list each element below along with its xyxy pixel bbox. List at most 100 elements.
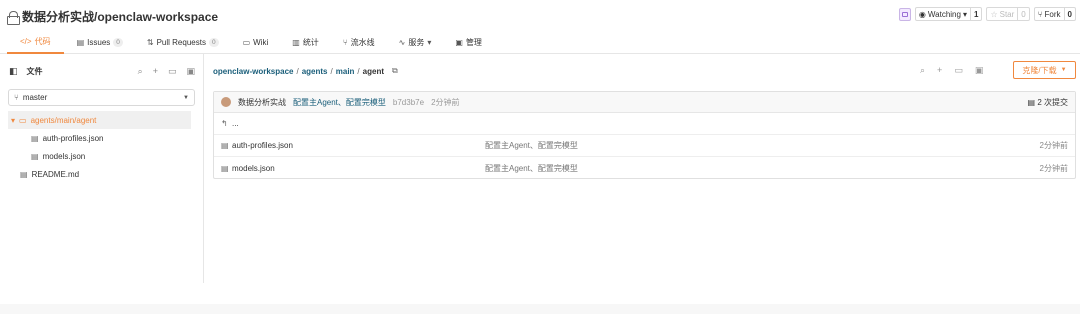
lock-icon (7, 10, 20, 25)
manage-icon: ▣ (455, 38, 463, 47)
watch-button[interactable]: ◉ Watching ▾ 1 (914, 7, 983, 21)
commit-message[interactable]: 配置主Agent、配置完模型 (293, 97, 386, 108)
code-icon: </> (20, 37, 32, 46)
tab-code[interactable]: </> 代码 (7, 31, 64, 54)
file-commit-message[interactable]: 配置主Agent、配置完模型 (485, 140, 578, 151)
folder-icon: ▭ (19, 115, 27, 125)
file-time: 2分钟前 (1039, 163, 1068, 173)
monitor-icon[interactable]: ▭ (954, 65, 963, 76)
file-name[interactable]: models.json (232, 164, 275, 173)
pipeline-icon: ⑂ (342, 38, 348, 47)
tab-label: 代码 (34, 37, 51, 46)
pull-requests-count-badge: 0 (208, 38, 219, 47)
repo-tabs: </> 代码 ▤ Issues 0 ⇅ Pull Requests 0 ▭ Wi… (7, 31, 493, 54)
tree-item-file[interactable]: ▤ auth-profiles.json (8, 129, 191, 147)
file-sidebar: ◧ 文件 ⌕ + ▭ ▣ ⑂ master ▼ ▾ ▭ agents/main/… (0, 54, 204, 283)
avatar[interactable] (221, 97, 231, 107)
file-icon: ▤ (20, 169, 28, 179)
tab-label: Wiki (253, 38, 269, 47)
commits-icon: ▤ (1027, 97, 1038, 107)
tab-stats[interactable]: ▥ 统计 (279, 31, 330, 54)
repo-actions: ◉ Watching ▾ 1 ☆ Star 0 ⑂ Fork 0 (898, 7, 1076, 21)
sidebar-header: ◧ 文件 ⌕ + ▭ ▣ (9, 66, 195, 77)
tree-item-file[interactable]: ▤ README.md (8, 165, 191, 183)
breadcrumb-separator: / (330, 66, 333, 76)
image-icon[interactable]: ▣ (975, 65, 984, 76)
table-row[interactable]: ▤ models.json 配置主Agent、配置完模型 2分钟前 (214, 157, 1075, 179)
branch-icon: ⑂ (14, 93, 19, 102)
tab-label: 管理 (465, 38, 482, 47)
file-tree: ▾ ▭ agents/main/agent ▤ auth-profiles.js… (8, 111, 191, 183)
add-icon[interactable]: + (153, 66, 158, 77)
breadcrumb: openclaw-workspace / agents / main / age… (213, 66, 398, 76)
file-time: 2分钟前 (1039, 141, 1068, 150)
repo-title[interactable]: 数据分析实战/openclaw-workspace (22, 8, 218, 25)
chevron-down-icon: ▾ (962, 9, 967, 19)
fork-icon: ⑂ (1037, 9, 1043, 19)
chevron-down-icon: ▾ (11, 115, 16, 125)
search-icon[interactable]: ⌕ (920, 65, 925, 76)
branch-select[interactable]: ⑂ master ▼ (8, 89, 195, 106)
chevron-down-icon: ▾ (427, 38, 432, 47)
page: 数据分析实战/openclaw-workspace ◉ Watching ▾ 1 ☆… (0, 0, 1080, 314)
tab-issues[interactable]: ▤ Issues 0 (64, 31, 134, 54)
fork-count[interactable]: 0 (1063, 8, 1075, 20)
tab-wiki[interactable]: ▭ Wiki (230, 31, 280, 54)
commit-author[interactable]: 数据分析实战 (238, 97, 286, 108)
repo-header: 数据分析实战/openclaw-workspace ◉ Watching ▾ 1 ☆… (0, 0, 1080, 54)
star-button[interactable]: ☆ Star 0 (986, 7, 1030, 21)
tree-item-label: README.md (31, 169, 80, 179)
file-icon: ▤ (31, 151, 39, 161)
breadcrumb-separator: / (357, 66, 360, 76)
tab-label: 统计 (302, 38, 319, 47)
fork-button[interactable]: ⑂ Fork 0 (1033, 7, 1076, 21)
watch-label: Watching (927, 9, 961, 19)
fork-label: Fork (1044, 9, 1061, 19)
tab-services[interactable]: ∿ 服务 ▾ (386, 31, 443, 54)
add-icon[interactable]: + (937, 65, 942, 76)
breadcrumb-repo[interactable]: openclaw-workspace (213, 67, 293, 76)
tab-label: 流水线 (350, 38, 375, 47)
repo-settings-icon[interactable] (898, 7, 911, 21)
file-commit-message[interactable]: 配置主Agent、配置完模型 (485, 163, 578, 174)
sidebar-toggle-icon[interactable]: ◧ (9, 66, 18, 77)
tab-label: 服务 (408, 38, 425, 47)
breadcrumb-agents[interactable]: agents (302, 67, 328, 76)
clone-download-button[interactable]: 克隆/下载 ▼ (1013, 61, 1076, 79)
tree-item-label: agents/main/agent (30, 115, 97, 125)
tab-pull-requests[interactable]: ⇅ Pull Requests 0 (134, 31, 230, 54)
page-footer (0, 304, 1080, 314)
tab-pipeline[interactable]: ⑂ 流水线 (330, 31, 386, 54)
image-icon[interactable]: ▣ (186, 66, 195, 77)
latest-commit-bar: 数据分析实战 配置主Agent、配置完模型 b7d3b7e 2分钟前 ▤ 2 次… (214, 92, 1075, 113)
star-count[interactable]: 0 (1017, 8, 1028, 20)
watch-count[interactable]: 1 (969, 8, 981, 20)
breadcrumb-main[interactable]: main (336, 67, 355, 76)
parent-directory-row[interactable]: ↰ ... (214, 113, 1075, 135)
commit-time: 2分钟前 (431, 97, 460, 107)
issues-count-badge: 0 (113, 38, 123, 47)
breadcrumb-separator: / (296, 66, 299, 76)
search-icon[interactable]: ⌕ (138, 66, 143, 77)
table-row[interactable]: ▤ auth-profiles.json 配置主Agent、配置完模型 2分钟前 (214, 135, 1075, 157)
back-arrow-icon: ↰ (221, 119, 228, 128)
tree-item-folder[interactable]: ▾ ▭ agents/main/agent (8, 111, 191, 129)
file-icon: ▤ (221, 141, 229, 150)
tab-manage[interactable]: ▣ 管理 (442, 31, 493, 54)
tab-label: Pull Requests (156, 38, 206, 47)
star-icon: ☆ (990, 9, 998, 19)
chevron-down-icon: ▼ (1060, 67, 1067, 73)
commit-sha[interactable]: b7d3b7e (393, 98, 424, 107)
monitor-icon[interactable]: ▭ (168, 66, 177, 77)
breadcrumb-current: agent (362, 66, 384, 76)
star-label: Star (999, 9, 1015, 19)
commit-count-link[interactable]: ▤ 2 次提交 (1028, 97, 1068, 108)
copy-icon[interactable]: ⧉ (392, 66, 398, 76)
file-name[interactable]: auth-profiles.json (232, 141, 293, 150)
file-icon: ▤ (221, 163, 229, 173)
tree-item-file[interactable]: ▤ models.json (8, 147, 191, 165)
parent-directory-label: ... (232, 119, 239, 128)
commit-count: 2 次提交 (1037, 97, 1068, 107)
tree-item-label: models.json (42, 151, 86, 161)
clone-label: 克隆/下载 (1022, 65, 1057, 75)
